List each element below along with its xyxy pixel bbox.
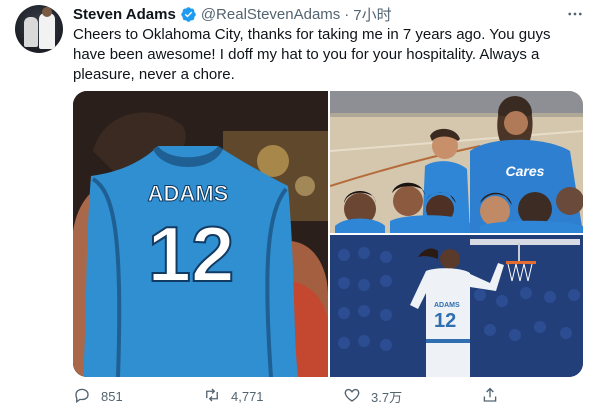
avatar-figure — [39, 13, 55, 49]
photo-player-court[interactable]: ADAMS 12 — [330, 235, 583, 377]
reply-button[interactable]: 851 — [73, 385, 123, 407]
player-court-illustration: ADAMS 12 — [330, 235, 583, 377]
media-grid[interactable]: ADAMS 12 Cares ADAMS 12 — [73, 91, 583, 377]
jersey-name: ADAMS — [148, 181, 229, 206]
avatar-head — [42, 7, 52, 17]
jersey-number: 12 — [148, 210, 235, 298]
photo-cares-event[interactable]: Cares — [330, 91, 583, 233]
verified-badge-icon — [180, 6, 197, 23]
more-icon[interactable] — [564, 4, 586, 24]
cares-shirt-text: Cares — [506, 163, 545, 179]
tweet-actions: 851 4,771 3.7万 — [73, 385, 543, 407]
tweet[interactable]: Steven Adams @RealStevenAdams · 7小时 Chee… — [0, 0, 594, 412]
share-button[interactable] — [481, 385, 499, 407]
retweet-button[interactable]: 4,771 — [203, 385, 264, 407]
like-count: 3.7万 — [371, 389, 403, 405]
court-jersey-name: ADAMS — [434, 302, 460, 309]
avatar-figure — [24, 17, 38, 47]
tweet-header: Steven Adams @RealStevenAdams · 7小时 — [73, 4, 392, 24]
jersey-back-illustration: ADAMS 12 — [73, 91, 328, 377]
share-icon — [481, 386, 499, 407]
display-name[interactable]: Steven Adams — [73, 6, 176, 23]
retweet-count: 4,771 — [231, 388, 264, 404]
photo-jersey-back[interactable]: ADAMS 12 — [73, 91, 328, 377]
cares-event-illustration: Cares — [330, 91, 583, 233]
reply-icon — [73, 386, 91, 407]
avatar[interactable] — [15, 5, 63, 53]
retweet-icon — [203, 386, 221, 407]
user-handle[interactable]: @RealStevenAdams — [201, 6, 340, 23]
reply-count: 851 — [101, 388, 123, 404]
separator-dot: · — [344, 5, 350, 23]
tweet-text: Cheers to Oklahoma City, thanks for taki… — [73, 26, 551, 83]
heart-icon — [343, 386, 361, 407]
tweet-time[interactable]: 7小时 — [353, 4, 391, 25]
court-jersey-number: 12 — [434, 310, 456, 332]
like-button[interactable]: 3.7万 — [343, 385, 402, 407]
